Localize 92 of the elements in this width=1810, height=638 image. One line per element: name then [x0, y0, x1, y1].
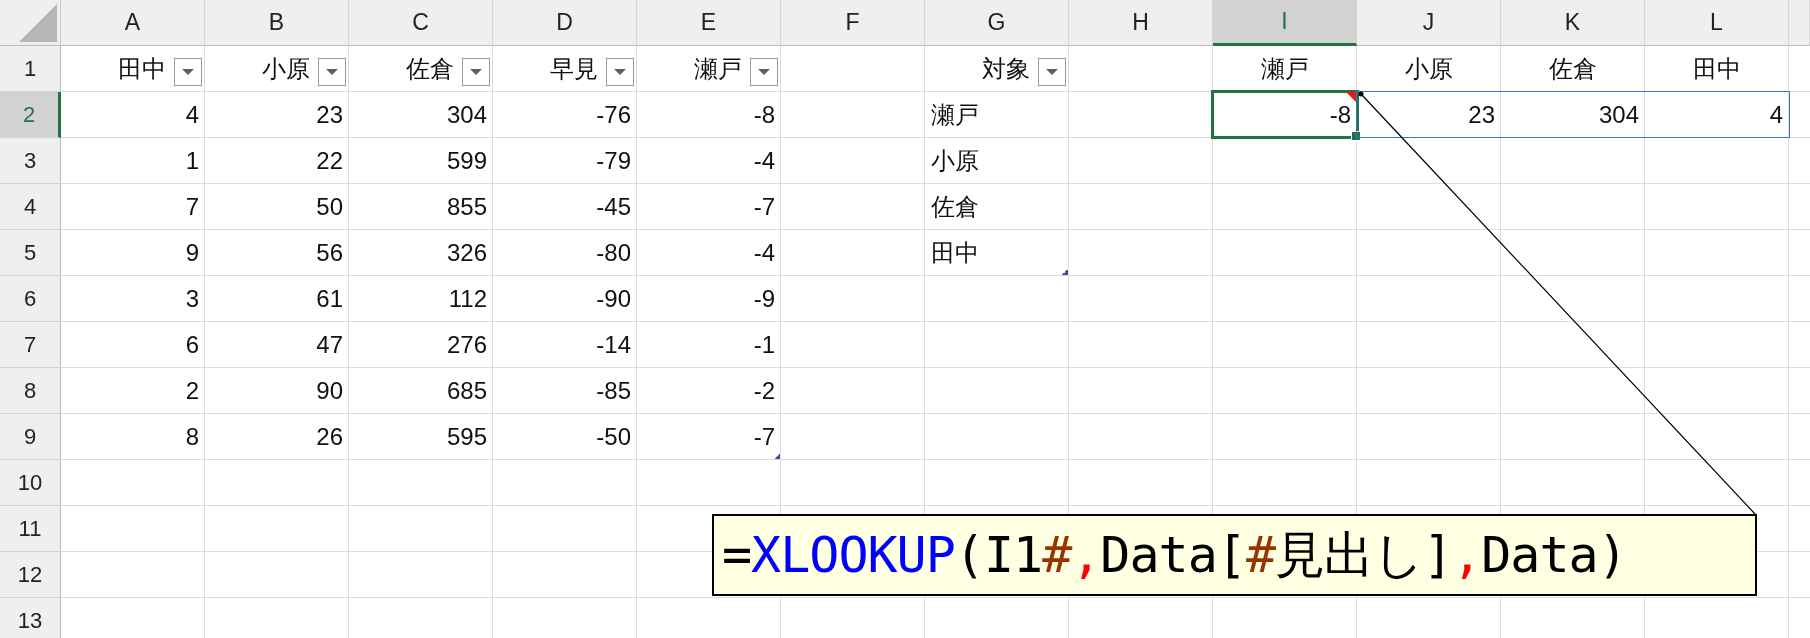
row-header[interactable]: 4 [0, 184, 61, 230]
heading-cell-text: 瀬戸 [1260, 54, 1310, 84]
column-heading: 対象 [982, 54, 1030, 84]
heading-cell-text: 小原 [1404, 54, 1454, 84]
column-header[interactable]: J [1357, 0, 1501, 46]
table-cell-text: -7 [752, 192, 776, 222]
table-cell-text: 2 [184, 376, 200, 406]
table-cell-text: -79 [595, 146, 632, 176]
column-header[interactable]: F [781, 0, 925, 46]
column-heading: 小原 [262, 54, 310, 84]
filter-dropdown-button[interactable] [318, 58, 346, 86]
table-cell-text: 855 [445, 192, 488, 222]
table-cell-text: 112 [447, 284, 488, 314]
row-header[interactable]: 11 [0, 506, 61, 552]
table-cell-text: 23 [315, 100, 344, 130]
table-cell-text: 瀬戸 [930, 100, 980, 130]
column-header[interactable]: B [205, 0, 349, 46]
column-header[interactable]: G [925, 0, 1069, 46]
row-header[interactable]: 1 [0, 46, 61, 92]
column-header[interactable]: D [493, 0, 637, 46]
column-heading: 瀬戸 [694, 54, 742, 84]
table-cell-text: 326 [445, 238, 488, 268]
filter-dropdown-button[interactable] [750, 58, 778, 86]
filter-dropdown-button[interactable] [462, 58, 490, 86]
column-header[interactable]: I [1213, 0, 1357, 46]
table-cell: 田中 [925, 230, 1069, 276]
column-header[interactable]: E [637, 0, 781, 46]
table-cell-text: -4 [752, 146, 776, 176]
table-cell-text: -1 [752, 330, 776, 360]
row-header[interactable]: 3 [0, 138, 61, 184]
table-cell: -8 [1213, 92, 1357, 138]
table-cell-text: 3 [184, 284, 200, 314]
table-cell: -7 [637, 414, 781, 460]
table-resize-handle-icon[interactable] [1062, 269, 1068, 275]
column-header[interactable]: A [61, 0, 205, 46]
column-heading: 佐倉 [406, 54, 454, 84]
table-cell-text: -2 [752, 376, 776, 406]
table-cell-text: -50 [595, 422, 632, 452]
row-header[interactable]: 13 [0, 598, 61, 638]
row-header[interactable]: 12 [0, 552, 61, 598]
column-header[interactable]: K [1501, 0, 1645, 46]
heading-cell-text: 佐倉 [1548, 54, 1598, 84]
row-header[interactable]: 7 [0, 322, 61, 368]
row-header[interactable]: 5 [0, 230, 61, 276]
column-heading: 早見 [550, 54, 598, 84]
table-cell-text: 9 [184, 238, 200, 268]
table-cell-text: 90 [315, 376, 344, 406]
table-cell-text: -76 [595, 100, 632, 130]
table-cell-text: 7 [184, 192, 200, 222]
table-cell-text: -45 [595, 192, 632, 222]
table-cell-text: 61 [315, 284, 344, 314]
heading-cell-text: 田中 [1692, 54, 1742, 84]
table-cell-text: 4 [184, 100, 200, 130]
column-header[interactable]: C [349, 0, 493, 46]
table-cell-text: -14 [595, 330, 632, 360]
table-cell-text: 595 [445, 422, 488, 452]
table-cell-text: 56 [315, 238, 344, 268]
row-header[interactable]: 2 [0, 92, 61, 138]
table-cell-text: 26 [315, 422, 344, 452]
table-cell-text: -9 [752, 284, 776, 314]
table-cell: 4 [1645, 92, 1789, 138]
column-header[interactable]: H [1069, 0, 1213, 46]
row-header[interactable]: 6 [0, 276, 61, 322]
table-cell-text: 6 [184, 330, 200, 360]
table-cell-text: 47 [315, 330, 344, 360]
table-cell-text: 276 [445, 330, 488, 360]
table-cell: 23 [1357, 92, 1501, 138]
table-resize-handle-icon[interactable] [774, 453, 780, 459]
table-cell-text: -8 [752, 100, 776, 130]
table-cell-text: 599 [445, 146, 488, 176]
row-header[interactable]: 10 [0, 460, 61, 506]
filter-dropdown-button[interactable] [1038, 58, 1066, 86]
filter-dropdown-button[interactable] [174, 58, 202, 86]
table-cell-text: -85 [595, 376, 632, 406]
table-cell: 304 [1501, 92, 1645, 138]
table-cell-text: -90 [595, 284, 632, 314]
table-cell-text: 304 [445, 100, 488, 130]
table-cell-text: 50 [315, 192, 344, 222]
table-cell-text: -80 [595, 238, 632, 268]
filter-dropdown-button[interactable] [606, 58, 634, 86]
table-cell-text: 佐倉 [930, 192, 980, 222]
row-header[interactable]: 9 [0, 414, 61, 460]
table-cell-text: 小原 [930, 146, 980, 176]
table-cell-text: 22 [315, 146, 344, 176]
row-header[interactable]: 8 [0, 368, 61, 414]
table-cell-text: 685 [445, 376, 488, 406]
column-heading: 田中 [118, 54, 166, 84]
table-cell-text: -4 [752, 238, 776, 268]
table-cell-text: 1 [184, 146, 200, 176]
formula-callout: =XLOOKUP(I1#,Data[#見出し],Data) [712, 514, 1757, 596]
column-header[interactable]: L [1645, 0, 1789, 46]
table-cell-text: 8 [184, 422, 200, 452]
